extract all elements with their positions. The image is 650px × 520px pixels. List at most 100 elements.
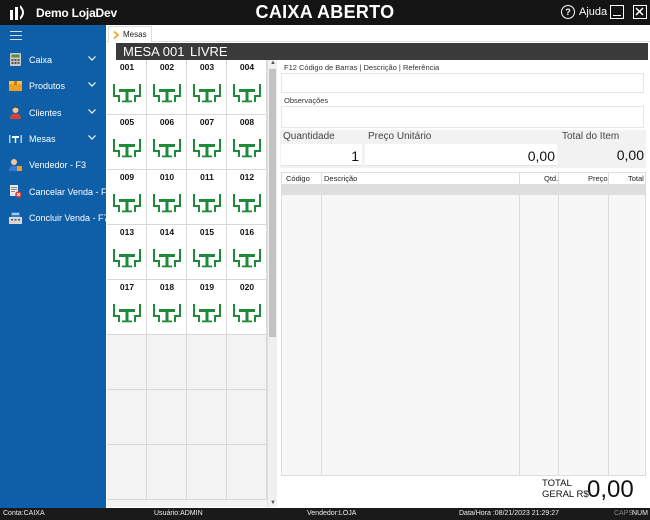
sidebar-label: Caixa [29,55,53,65]
help-icon: ? [561,5,575,19]
table-number: 001 [119,62,135,72]
table-cell-012[interactable]: 012 [227,170,267,225]
table-cell-003[interactable]: 003 [187,60,227,115]
table-number: 005 [119,117,135,127]
dining-table-icon [193,194,221,213]
table-cell-013[interactable]: 013 [107,225,147,280]
table-cell-010[interactable]: 010 [147,170,187,225]
dining-table-icon [233,139,261,158]
col-codigo[interactable]: Código [286,174,310,183]
empty-table-cell [107,445,147,500]
unit-price-value: 0,00 [527,148,555,164]
sidebar-item-cancelar-venda[interactable]: Cancelar Venda - F6 [0,181,112,203]
table-cell-018[interactable]: 018 [147,280,187,335]
tab-strip: Mesas [106,25,650,42]
barcode-input[interactable] [281,73,644,93]
table-cell-005[interactable]: 005 [107,115,147,170]
column-divider [321,173,322,475]
box-icon [9,81,22,91]
dining-table-icon [153,194,181,213]
dining-table-icon [233,249,261,268]
table-cell-015[interactable]: 015 [187,225,227,280]
table-cell-009[interactable]: 009 [107,170,147,225]
table-row[interactable] [282,185,645,195]
mesa-number: MESA 001 [123,44,185,59]
chevron-down-icon [88,135,96,140]
help-button[interactable]: ? Ajuda [561,5,607,19]
table-cell-004[interactable]: 004 [227,60,267,115]
table-number: 002 [159,62,175,72]
table-number: 020 [239,282,255,292]
col-total[interactable]: Total [628,174,644,183]
dining-table-icon [153,249,181,268]
dining-table-icon [153,139,181,158]
unit-price-input[interactable]: 0,00 [365,144,557,166]
table-cell-008[interactable]: 008 [227,115,267,170]
minimize-button[interactable] [610,5,624,19]
table-cell-006[interactable]: 006 [147,115,187,170]
scroll-up-icon[interactable]: ▲ [268,60,278,66]
table-cell-007[interactable]: 007 [187,115,227,170]
unit-price-label: Preço Unitário [368,131,432,142]
chevron-right-icon [113,30,119,39]
tables-icon [9,135,22,143]
notes-input[interactable] [281,106,644,128]
menu-toggle-icon[interactable] [10,31,22,40]
sidebar-label: Vendedor - F3 [29,160,87,170]
col-descricao[interactable]: Descrição [324,174,357,183]
status-conta: Conta:CAIXA [3,510,45,517]
sidebar-item-mesas[interactable]: Mesas [0,128,106,150]
scroll-down-icon[interactable]: ▼ [268,500,278,506]
quantity-input[interactable]: 1 [281,144,362,166]
dining-table-icon [113,304,141,323]
table-cell-014[interactable]: 014 [147,225,187,280]
sidebar-item-vendedor[interactable]: Vendedor - F3 [0,154,106,176]
dining-table-icon [113,249,141,268]
chevron-down-icon [88,56,96,61]
tab-mesas[interactable]: Mesas [108,26,152,42]
table-cell-019[interactable]: 019 [187,280,227,335]
empty-table-cell [147,445,187,500]
quantity-value: 1 [351,148,359,164]
table-number: 013 [119,227,135,237]
col-preco[interactable]: Preço [588,174,608,183]
column-divider [608,173,609,475]
table-cell-011[interactable]: 011 [187,170,227,225]
dining-table-icon [153,304,181,323]
empty-table-cell [187,390,227,445]
table-number: 011 [200,172,214,182]
table-number: 014 [159,227,175,237]
item-total-label: Total do Item [562,131,620,142]
help-label: Ajuda [579,6,608,18]
tab-label: Mesas [123,30,147,39]
table-cell-002[interactable]: 002 [147,60,187,115]
sidebar: Caixa Produtos Clientes Mesas Vendedor -… [0,25,112,508]
register-icon [9,212,22,224]
status-bar: Conta:CAIXA Usuário:ADMIN Vendedor:LOJA … [0,508,650,520]
table-cell-001[interactable]: 001 [107,60,147,115]
cancel-sale-icon [10,185,22,198]
sidebar-label: Cancelar Venda - F6 [29,187,112,197]
sidebar-item-produtos[interactable]: Produtos [0,75,106,97]
table-number: 004 [239,62,255,72]
notes-label: Observações [284,96,329,105]
tables-grid: 001 002 003 004 005 006 007 008 009 010 011 012 013 0… [107,60,267,507]
close-button[interactable] [633,5,647,19]
table-number: 015 [199,227,215,237]
status-usuario: Usuário:ADMIN [154,510,203,517]
table-cell-016[interactable]: 016 [227,225,267,280]
sidebar-item-caixa[interactable]: Caixa [0,49,106,71]
scrollbar-thumb[interactable] [269,69,276,337]
table-number: 010 [159,172,175,182]
empty-table-cell [147,390,187,445]
table-cell-017[interactable]: 017 [107,280,147,335]
status-caps: CAPS [614,510,634,517]
sidebar-item-clientes[interactable]: Clientes [0,102,106,124]
sidebar-item-concluir-venda[interactable]: Concluir Venda - F7 [0,207,109,229]
empty-table-cell [107,335,147,390]
window-title: CAIXA ABERTO [255,2,395,22]
col-qtd[interactable]: Qtd. [544,174,558,183]
tables-scrollbar[interactable]: ▲ ▼ [267,60,277,507]
mesa-status: LIVRE [190,44,228,59]
table-cell-020[interactable]: 020 [227,280,267,335]
